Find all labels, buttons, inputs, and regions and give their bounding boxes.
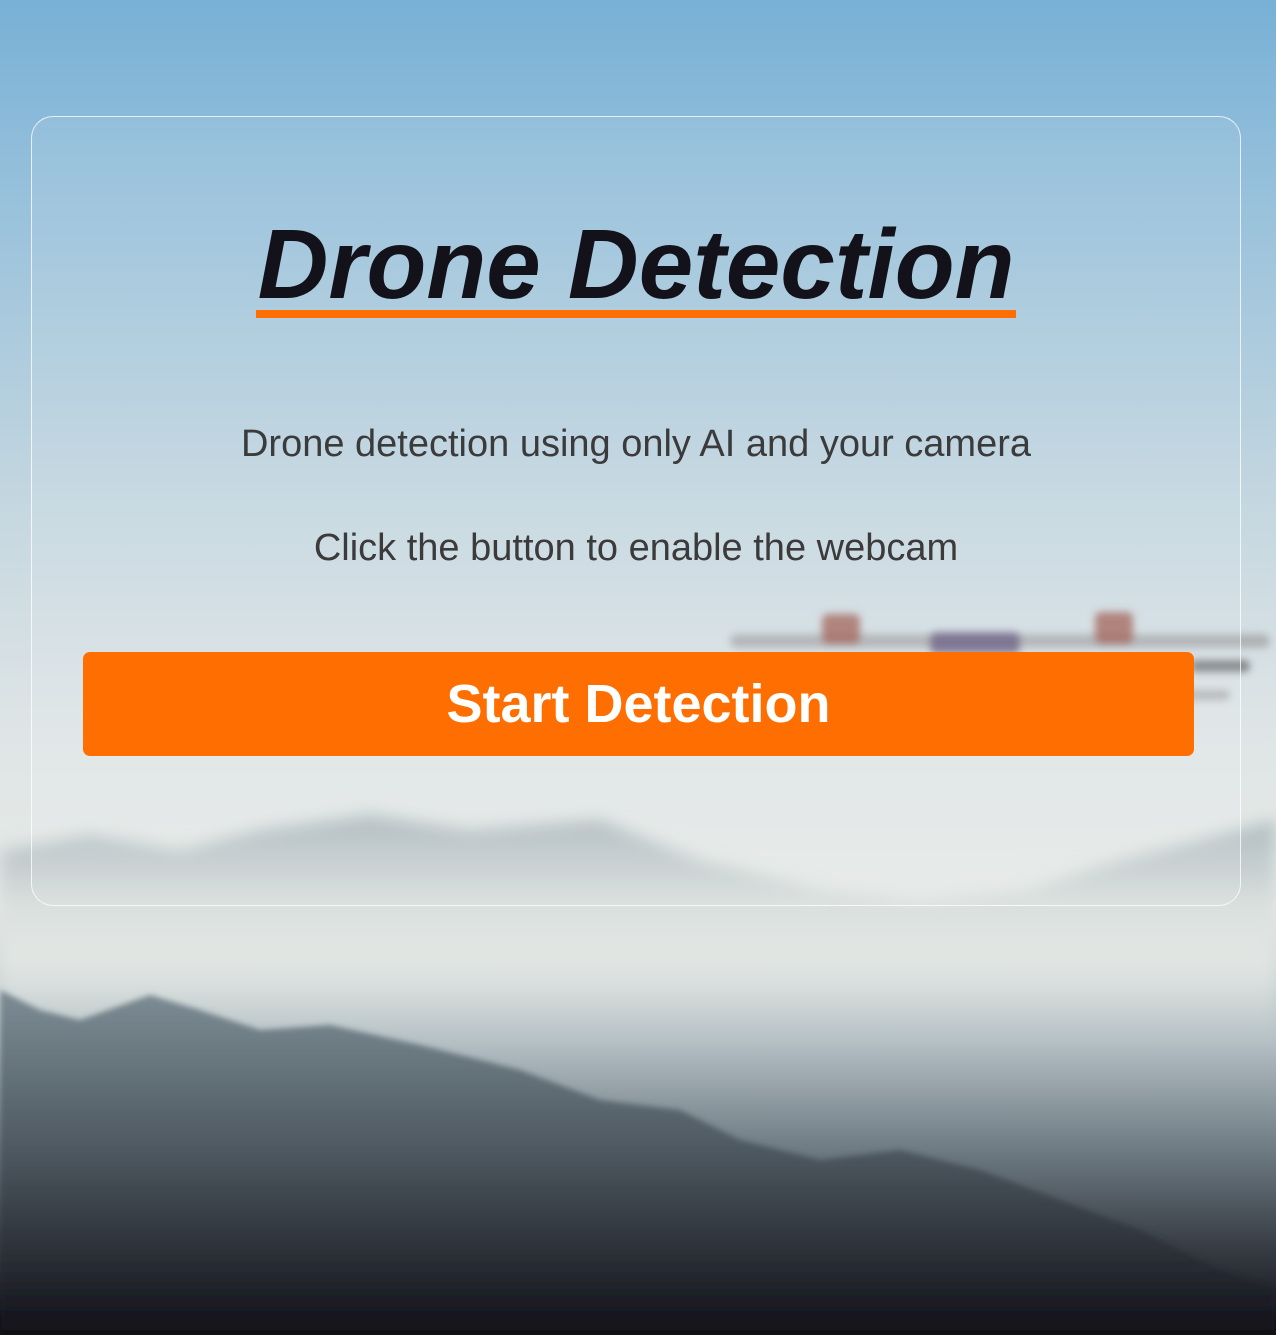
page-title-text: Drone Detection bbox=[255, 209, 1017, 319]
subtitle-text: Drone detection using only AI and your c… bbox=[240, 423, 1032, 465]
start-detection-button[interactable]: Start Detection bbox=[83, 652, 1194, 756]
main-card: Drone Detection Drone detection using on… bbox=[31, 116, 1241, 906]
instruction-text: Click the button to enable the webcam bbox=[313, 527, 959, 569]
page-title: Drone Detection bbox=[32, 209, 1240, 319]
